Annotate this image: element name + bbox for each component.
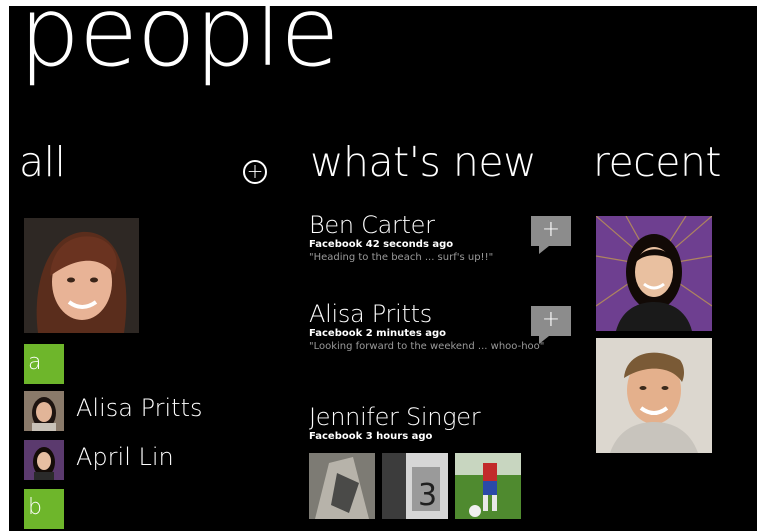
plus-circle-icon: +	[246, 159, 264, 183]
feed-author: Ben Carter	[309, 211, 435, 239]
feed-item[interactable]: Ben Carter Facebook 42 seconds ago "Head…	[309, 210, 569, 264]
section-title-all[interactable]: all	[19, 142, 66, 183]
section-title-whats-new[interactable]: what's new	[310, 142, 537, 183]
contact-name: April Lin	[76, 443, 174, 471]
feed-author: Jennifer Singer	[309, 403, 481, 431]
feed-source: Facebook 42 seconds ago	[309, 239, 454, 250]
feed-item[interactable]: Alisa Pritts Facebook 2 minutes ago "Loo…	[309, 299, 569, 353]
svg-text:3: 3	[418, 478, 437, 513]
page-title: people	[19, 6, 339, 88]
contact-name: Alisa Pritts	[76, 394, 203, 422]
speech-bubble-tail	[539, 336, 549, 344]
section-title-recent[interactable]: recent	[593, 142, 722, 183]
recent-contact-tile[interactable]	[596, 338, 712, 453]
feed-message: "Looking forward to the weekend ... whoo…	[309, 341, 545, 352]
group-letter-tile-a[interactable]: a	[24, 344, 64, 384]
add-contact-button[interactable]: +	[243, 160, 267, 184]
profile-photo-tile[interactable]	[24, 218, 139, 333]
plus-icon: +	[541, 217, 561, 242]
feed-author: Alisa Pritts	[309, 300, 432, 328]
comment-button[interactable]: +	[531, 306, 571, 344]
feed-item[interactable]: Jennifer Singer Facebook 3 hours ago	[309, 402, 569, 443]
comment-button[interactable]: +	[531, 216, 571, 254]
phone-screen: people all + what's new recent a Alisa P…	[9, 6, 757, 531]
photo-thumbnail[interactable]: 3	[382, 453, 448, 519]
group-letter-tile-b[interactable]: b	[24, 489, 64, 529]
speech-bubble-tail	[539, 246, 549, 254]
photo-thumbnail[interactable]	[455, 453, 521, 519]
avatar	[24, 440, 64, 480]
contact-row[interactable]: April Lin	[24, 440, 224, 480]
photo-thumbnail[interactable]	[309, 453, 375, 519]
recent-contact-tile[interactable]	[596, 216, 712, 331]
contact-row[interactable]: Alisa Pritts	[24, 391, 224, 431]
avatar	[24, 391, 64, 431]
feed-source: Facebook 2 minutes ago	[309, 328, 447, 339]
feed-message: "Heading to the beach ... surf's up!!"	[309, 252, 494, 263]
plus-icon: +	[541, 307, 561, 332]
